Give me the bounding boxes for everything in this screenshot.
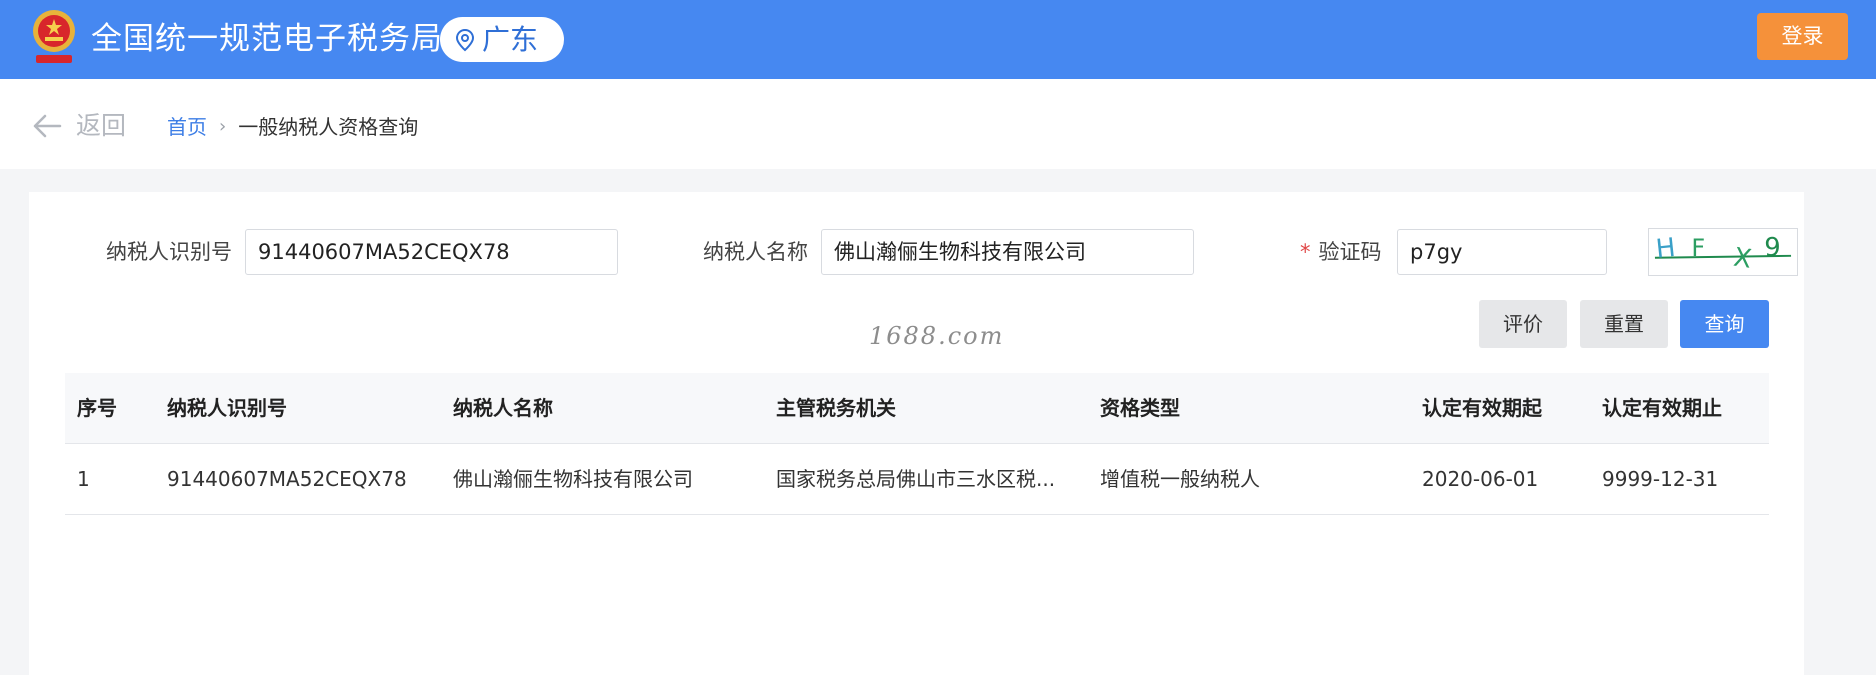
query-button[interactable]: 查询 [1680, 300, 1769, 348]
site-title: 全国统一规范电子税务局 [91, 21, 443, 57]
required-mark: * [1300, 240, 1311, 264]
column-header: 纳税人识别号 [167, 396, 287, 420]
breadcrumb: 首页 › 一般纳税人资格查询 [167, 113, 418, 141]
table-cell: 佛山瀚俪生物科技有限公司 [453, 467, 693, 491]
login-button[interactable]: 登录 [1757, 13, 1848, 60]
column-header: 序号 [77, 396, 117, 420]
table-cell: 91440607MA52CEQX78 [167, 467, 407, 491]
location-pin-icon [455, 28, 475, 51]
national-emblem-icon [33, 10, 75, 63]
table-cell: 增值税一般纳税人 [1100, 467, 1260, 491]
top-header-bar: 全国统一规范电子税务局 广东 登录 [0, 0, 1876, 79]
captcha-label-text: 验证码 [1318, 240, 1382, 264]
table-cell: 9999-12-31 [1602, 467, 1719, 491]
captcha-label: * 验证码 [1300, 237, 1382, 267]
taxpayer-name-label: 纳税人名称 [703, 240, 808, 264]
svg-text:H: H [1654, 233, 1676, 265]
column-header: 认定有效期止 [1602, 396, 1722, 420]
back-label: 返回 [76, 111, 127, 140]
table-header-row: 序号 纳税人识别号 纳税人名称 主管税务机关 资格类型 认定有效期起 认定有效期… [65, 373, 1769, 444]
svg-text:X: X [1732, 243, 1754, 275]
table-cell: 2020-06-01 [1422, 467, 1539, 491]
breadcrumb-current: 一般纳税人资格查询 [238, 115, 419, 139]
svg-text:F: F [1691, 234, 1705, 262]
taxpayer-id-label: 纳税人识别号 [106, 240, 232, 264]
column-header: 资格类型 [1100, 396, 1180, 420]
query-panel: 纳税人识别号 91440607MA52CEQX78 纳税人名称 佛山瀚俪生物科技… [29, 192, 1804, 675]
watermark: 1688.com [869, 322, 1005, 350]
captcha-image[interactable]: H F X 9 [1648, 228, 1798, 276]
table-row: 1 91440607MA52CEQX78 佛山瀚俪生物科技有限公司 国家税务总局… [65, 444, 1769, 515]
result-table: 序号 纳税人识别号 纳税人名称 主管税务机关 资格类型 认定有效期起 认定有效期… [65, 373, 1769, 515]
region-selector[interactable]: 广东 [440, 17, 564, 62]
table-cell: 1 [77, 467, 90, 491]
reset-button[interactable]: 重置 [1580, 300, 1668, 348]
captcha-input[interactable]: p7gy [1397, 229, 1607, 275]
taxpayer-name-input[interactable]: 佛山瀚俪生物科技有限公司 [821, 229, 1194, 275]
column-header: 认定有效期起 [1422, 396, 1542, 420]
breadcrumb-home-link[interactable]: 首页 [167, 113, 207, 141]
chevron-right-icon: › [219, 116, 227, 137]
back-button[interactable]: 返回 [32, 109, 126, 143]
table-cell: 国家税务总局佛山市三水区税... [776, 467, 1056, 491]
column-header: 主管税务机关 [776, 396, 896, 420]
breadcrumb-bar: 返回 首页 › 一般纳税人资格查询 [0, 79, 1876, 169]
taxpayer-id-input[interactable]: 91440607MA52CEQX78 [245, 229, 618, 275]
rate-button[interactable]: 评价 [1479, 300, 1567, 348]
column-header: 纳税人名称 [453, 396, 553, 420]
region-label: 广东 [482, 23, 539, 56]
svg-text:9: 9 [1764, 233, 1780, 263]
arrow-left-icon [33, 114, 62, 138]
